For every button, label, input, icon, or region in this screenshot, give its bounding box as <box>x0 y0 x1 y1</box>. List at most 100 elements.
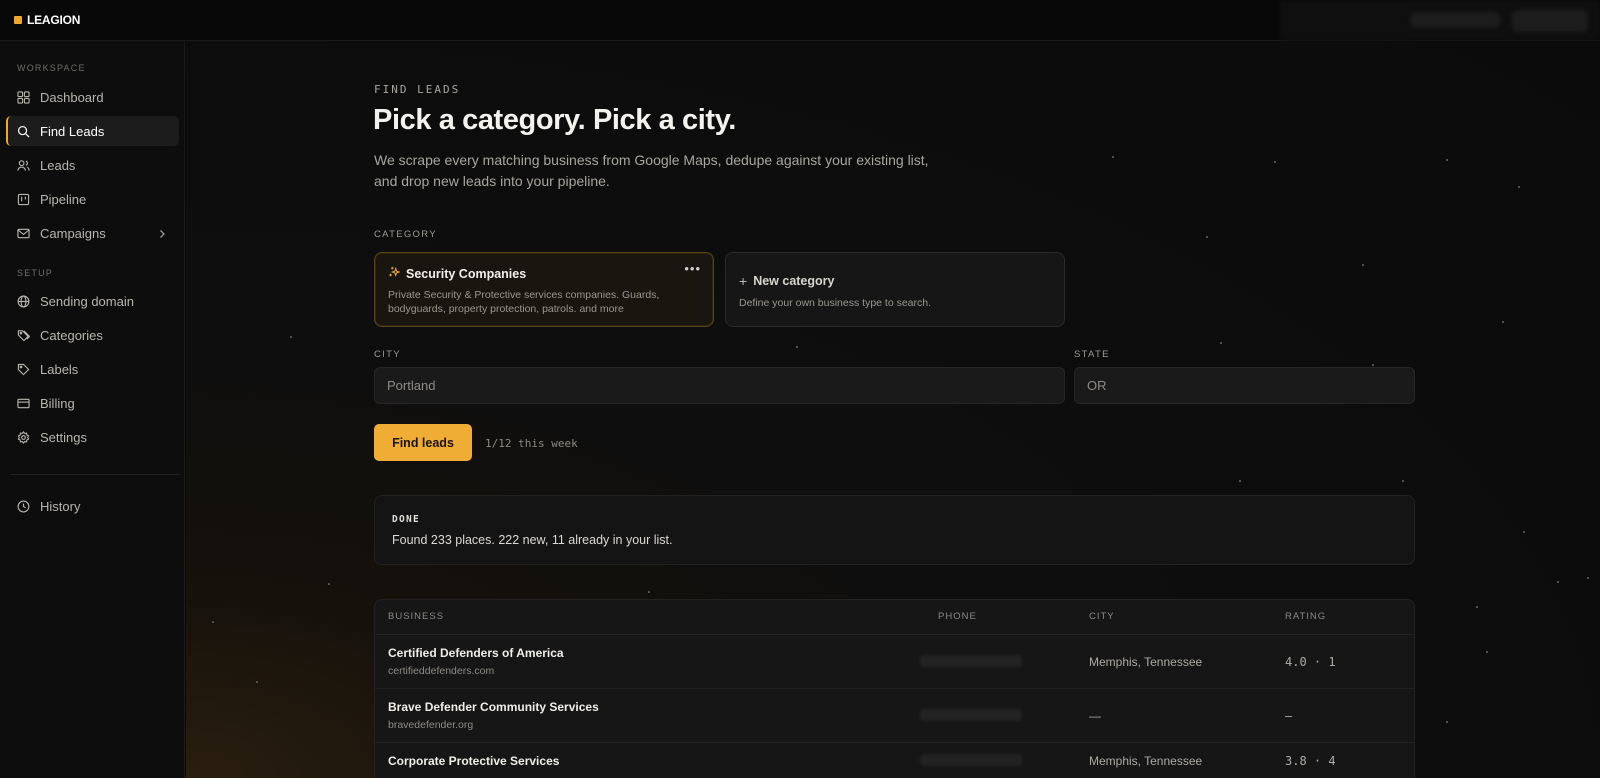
star-decoration <box>1402 480 1404 482</box>
sidebar-item-sending-domain[interactable]: Sending domain <box>6 286 179 316</box>
business-city: — <box>1089 709 1101 723</box>
logo-mark-icon <box>14 16 22 24</box>
sidebar-item-history[interactable]: History <box>6 491 179 521</box>
star-decoration <box>1486 651 1488 653</box>
star-decoration <box>1206 236 1208 238</box>
weekly-quota: 1/12 this week <box>485 437 578 450</box>
star-decoration <box>1446 721 1448 723</box>
column-header-business[interactable]: BUSINESS <box>388 611 444 622</box>
star-decoration <box>1587 577 1589 579</box>
star-decoration <box>1476 606 1478 608</box>
more-options-icon[interactable]: ••• <box>684 261 701 276</box>
sidebar: WORKSPACE Dashboard Find Leads Leads Pip… <box>0 41 185 778</box>
category-card-selected[interactable]: Security Companies Private Security & Pr… <box>374 252 714 327</box>
star-decoration <box>1557 581 1559 583</box>
sidebar-item-labels[interactable]: Labels <box>6 354 179 384</box>
business-city: Memphis, Tennessee <box>1089 655 1203 669</box>
star-decoration <box>1274 161 1276 163</box>
business-rating: — <box>1285 709 1293 723</box>
board-icon <box>17 193 30 206</box>
sidebar-item-label: Dashboard <box>40 89 104 105</box>
sidebar-item-dashboard[interactable]: Dashboard <box>6 82 179 112</box>
star-decoration <box>328 583 330 585</box>
category-label: CATEGORY <box>374 229 437 240</box>
status-badge: DONE <box>392 514 421 525</box>
sidebar-item-label: Settings <box>40 429 87 445</box>
business-name: Certified Defenders of America <box>388 646 564 660</box>
new-category-card[interactable]: + New category Define your own business … <box>725 252 1065 327</box>
status-message: Found 233 places. 222 new, 11 already in… <box>392 533 673 547</box>
sidebar-item-find-leads[interactable]: Find Leads <box>6 116 179 146</box>
star-decoration <box>1239 480 1241 482</box>
globe-icon <box>17 295 30 308</box>
sidebar-item-settings[interactable]: Settings <box>6 422 179 452</box>
top-bar: LEAGION <box>0 0 1600 41</box>
plus-icon: + <box>739 273 748 289</box>
logo[interactable]: LEAGION <box>14 13 80 27</box>
sidebar-item-label: Campaigns <box>40 225 106 241</box>
star-decoration <box>1372 364 1374 366</box>
tag-icon <box>17 363 30 376</box>
star-decoration <box>1220 342 1222 344</box>
category-card-title: Security Companies <box>406 266 527 281</box>
sidebar-item-label: Labels <box>40 361 79 377</box>
sidebar-item-label: Billing <box>40 395 75 411</box>
find-leads-button[interactable]: Find leads <box>374 424 472 461</box>
sidebar-item-label: Find Leads <box>40 123 105 139</box>
star-decoration <box>648 591 650 593</box>
sidebar-item-campaigns[interactable]: Campaigns <box>6 218 179 248</box>
section-label-workspace: WORKSPACE <box>17 63 86 73</box>
phone-redacted <box>920 709 1022 721</box>
page-subtitle: We scrape every matching business from G… <box>374 152 929 189</box>
star-decoration <box>1362 264 1364 266</box>
phone-redacted <box>920 754 1022 766</box>
state-input[interactable]: OR <box>1074 367 1415 404</box>
chevron-right-icon <box>157 227 167 238</box>
column-header-phone[interactable]: PHONE <box>938 611 977 622</box>
business-name: Brave Defender Community Services <box>388 700 599 714</box>
business-rating: 3.8 · 4 <box>1285 754 1336 768</box>
business-url[interactable]: certifieddefenders.com <box>388 665 494 677</box>
table-row[interactable]: Certified Defenders of America certified… <box>375 635 1414 689</box>
new-category-title: New category <box>753 274 835 288</box>
state-label: STATE <box>1074 349 1110 360</box>
business-name: Corporate Protective Services <box>388 754 560 768</box>
page-title: Pick a category. Pick a city. <box>373 104 736 136</box>
sidebar-item-label: Categories <box>40 327 103 343</box>
results-table: BUSINESS PHONE CITY RATING Certified Def… <box>374 599 1415 778</box>
tags-icon <box>17 329 30 342</box>
new-category-description: Define your own business type to search. <box>739 297 932 309</box>
clock-icon <box>17 500 30 513</box>
search-icon <box>17 125 30 138</box>
star-decoration <box>1112 156 1114 158</box>
star-decoration <box>212 621 214 623</box>
phone-redacted <box>920 655 1022 667</box>
sparkle-icon <box>388 266 401 281</box>
table-row[interactable]: Brave Defender Community Services braved… <box>375 689 1414 743</box>
page-eyebrow: FIND LEADS <box>374 83 461 96</box>
business-city: Memphis, Tennessee <box>1089 754 1203 768</box>
star-decoration <box>1518 186 1520 188</box>
sidebar-item-billing[interactable]: Billing <box>6 388 179 418</box>
business-url[interactable]: bravedefender.org <box>388 719 473 731</box>
star-decoration <box>796 346 798 348</box>
city-label: CITY <box>374 349 401 360</box>
sidebar-item-label: Sending domain <box>40 293 134 309</box>
topbar-redacted-item <box>1410 12 1500 28</box>
topbar-redacted-button[interactable] <box>1512 10 1588 32</box>
column-header-rating[interactable]: RATING <box>1285 611 1326 622</box>
gear-icon <box>17 430 30 444</box>
sidebar-item-leads[interactable]: Leads <box>6 150 179 180</box>
star-decoration <box>256 681 258 683</box>
sidebar-item-categories[interactable]: Categories <box>6 320 179 350</box>
sidebar-item-pipeline[interactable]: Pipeline <box>6 184 179 214</box>
business-rating: 4.0 · 1 <box>1285 655 1336 669</box>
status-card: DONE Found 233 places. 222 new, 11 alrea… <box>374 495 1415 565</box>
column-header-city[interactable]: CITY <box>1089 611 1115 622</box>
city-input[interactable]: Portland <box>374 367 1065 404</box>
star-decoration <box>1446 159 1448 161</box>
card-icon <box>17 397 30 410</box>
grid-icon <box>17 90 30 104</box>
table-row[interactable]: Corporate Protective Services Memphis, T… <box>375 743 1414 778</box>
sidebar-item-label: History <box>40 498 81 514</box>
